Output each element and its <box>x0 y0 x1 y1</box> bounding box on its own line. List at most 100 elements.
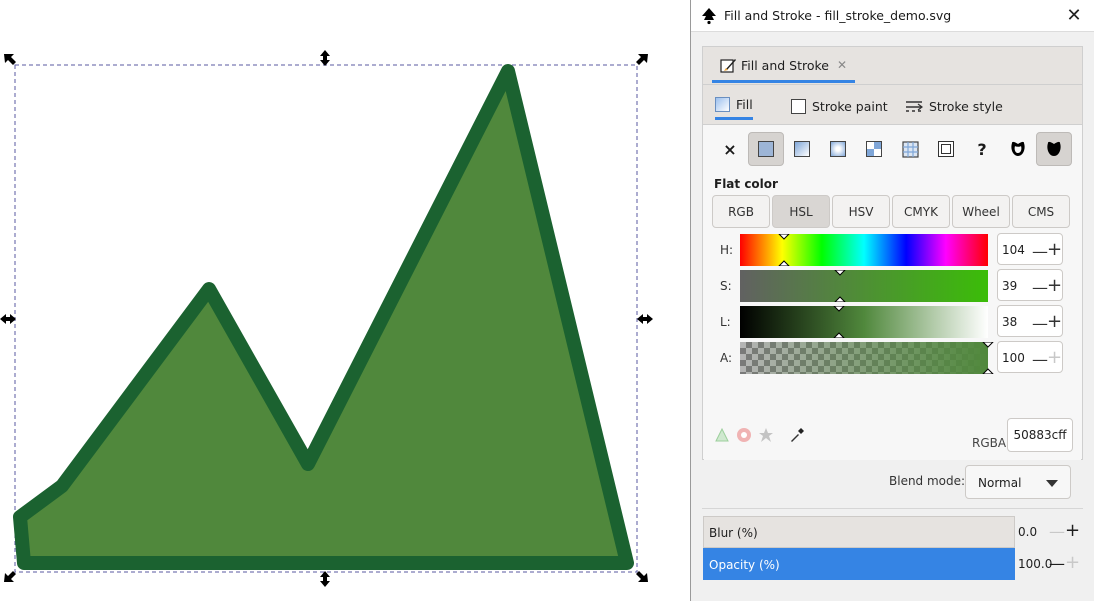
unset-paint-button[interactable]: ? <box>964 132 1000 166</box>
saturation-label: S: <box>720 279 732 293</box>
stretch-handle-right[interactable] <box>637 314 653 324</box>
tab-fill-label: Fill <box>736 97 753 112</box>
mode-cms-button[interactable]: CMS <box>1012 195 1070 228</box>
opacity-row: Opacity (%) 100.0 — + <box>703 548 1083 580</box>
tab-stroke-style[interactable]: Stroke style <box>905 92 1003 120</box>
too-much-ink-icon <box>759 428 773 442</box>
color-managed-icon <box>715 427 729 442</box>
flat-color-label: Flat color <box>714 177 778 191</box>
lightness-slider[interactable] <box>740 306 988 338</box>
color-picker-icon[interactable] <box>788 426 806 444</box>
alpha-slider-thumb[interactable] <box>982 342 994 374</box>
radial-gradient-button[interactable] <box>820 132 856 166</box>
dock-tabstrip: Fill and Stroke ✕ <box>703 47 1082 85</box>
scale-handle-top-left[interactable] <box>4 54 16 65</box>
opacity-increment-button[interactable]: + <box>1065 552 1080 573</box>
mesh-gradient-button[interactable] <box>892 132 928 166</box>
dock-panel: Fill and Stroke ✕ Fill Stroke paint Stro… <box>702 46 1083 460</box>
rgba-input[interactable]: 50883cff <box>1007 418 1073 452</box>
stroke-style-icon <box>906 100 923 112</box>
tab-stroke-paint-label: Stroke paint <box>812 98 888 114</box>
lightness-spinbox[interactable]: 38 — + <box>997 305 1063 337</box>
hue-slider-thumb[interactable] <box>778 234 790 266</box>
tab-fill[interactable]: Fill <box>715 92 753 120</box>
alpha-decrement-button[interactable]: — <box>1032 350 1048 369</box>
flat-color-button[interactable] <box>748 132 784 166</box>
blur-row: Blur (%) 0.0 — + <box>703 516 1083 548</box>
lightness-decrement-button[interactable]: — <box>1032 314 1048 333</box>
blend-mode-select[interactable]: Normal <box>965 465 1071 499</box>
hue-spinbox[interactable]: 104 — + <box>997 233 1063 265</box>
saturation-slider-thumb[interactable] <box>834 270 846 302</box>
rgba-label: RGBA: <box>972 436 1010 450</box>
blend-mode-value: Normal <box>978 476 1022 490</box>
linear-gradient-icon <box>794 141 810 157</box>
tab-fill-and-stroke[interactable]: Fill and Stroke ✕ <box>712 50 856 83</box>
fill-tab-icon <box>715 97 730 112</box>
swatch-icon <box>938 141 954 157</box>
stretch-handle-top[interactable] <box>320 50 330 66</box>
scale-handle-top-right[interactable] <box>636 54 648 65</box>
alpha-increment-button[interactable]: + <box>1047 347 1062 368</box>
blur-increment-button[interactable]: + <box>1065 520 1080 541</box>
mode-rgb-button[interactable]: RGB <box>712 195 770 228</box>
fill-panel: × ? Flat color RGB HSL HSV CMYK Wheel CM… <box>704 126 1081 460</box>
tab-stroke-style-label: Stroke style <box>929 98 1003 114</box>
alpha-value: 100 <box>1002 351 1025 365</box>
scale-handle-bottom-left[interactable] <box>4 571 16 582</box>
opacity-slider[interactable]: Opacity (%) <box>703 548 1015 580</box>
fill-and-stroke-dialog: Fill and Stroke - fill_stroke_demo.svg ✕… <box>690 0 1094 601</box>
lightness-slider-thumb[interactable] <box>833 306 845 338</box>
mode-cmyk-button[interactable]: CMYK <box>892 195 950 228</box>
fill-rule-evenodd-button[interactable] <box>1000 132 1036 166</box>
close-tab-icon[interactable]: ✕ <box>837 58 847 72</box>
saturation-slider[interactable] <box>740 270 988 302</box>
stretch-handle-bottom[interactable] <box>320 571 330 587</box>
mode-wheel-button[interactable]: Wheel <box>952 195 1010 228</box>
unset-icon: ? <box>977 139 987 159</box>
saturation-decrement-button[interactable]: — <box>1032 278 1048 297</box>
lightness-increment-button[interactable]: + <box>1047 311 1062 332</box>
mode-hsl-button[interactable]: HSL <box>772 195 830 228</box>
blend-mode-label: Blend mode: <box>889 474 966 488</box>
color-mode-buttons: RGB HSL HSV CMYK Wheel CMS <box>712 195 1070 228</box>
stretch-handle-left[interactable] <box>0 314 16 324</box>
alpha-spinbox[interactable]: 100 — + <box>997 341 1063 373</box>
fill-rule-nonzero-icon <box>1047 141 1061 156</box>
no-paint-icon: × <box>723 139 737 159</box>
blur-decrement-button[interactable]: — <box>1049 522 1065 541</box>
canvas-drawing[interactable] <box>0 0 690 601</box>
no-paint-button[interactable]: × <box>712 132 748 166</box>
hue-value: 104 <box>1002 243 1025 257</box>
saturation-increment-button[interactable]: + <box>1047 275 1062 296</box>
pattern-button[interactable] <box>856 132 892 166</box>
scale-handle-bottom-right[interactable] <box>636 571 648 582</box>
linear-gradient-button[interactable] <box>784 132 820 166</box>
saturation-spinbox[interactable]: 39 — + <box>997 269 1063 301</box>
drawing-canvas[interactable] <box>0 0 690 601</box>
close-dialog-button[interactable]: ✕ <box>1062 4 1086 28</box>
fill-stroke-icon <box>720 58 736 73</box>
pattern-icon <box>866 141 882 157</box>
alpha-slider[interactable] <box>740 342 988 374</box>
stroke-paint-icon <box>791 98 806 114</box>
dialog-titlebar[interactable]: Fill and Stroke - fill_stroke_demo.svg ✕ <box>691 0 1094 32</box>
opacity-decrement-button[interactable]: — <box>1049 554 1065 573</box>
lightness-label: L: <box>720 315 731 329</box>
blur-value: 0.0 <box>1018 525 1038 539</box>
opacity-value: 100.0 <box>1018 557 1053 571</box>
mesh-gradient-icon <box>901 140 919 158</box>
out-of-gamut-icon <box>737 428 751 442</box>
hue-decrement-button[interactable]: — <box>1032 242 1048 261</box>
fill-stroke-subtabs: Fill Stroke paint Stroke style <box>703 85 1082 125</box>
fill-rule-nonzero-button[interactable] <box>1036 132 1072 166</box>
blur-slider[interactable]: Blur (%) <box>703 516 1015 548</box>
tab-stroke-paint[interactable]: Stroke paint <box>791 92 888 120</box>
hue-increment-button[interactable]: + <box>1047 239 1062 260</box>
fill-rule-evenodd-icon <box>1011 141 1025 156</box>
mode-hsv-button[interactable]: HSV <box>832 195 890 228</box>
swatch-button[interactable] <box>928 132 964 166</box>
chevron-down-icon <box>1046 480 1058 487</box>
color-tools <box>714 426 806 444</box>
selected-mountain-shape[interactable] <box>13 64 634 570</box>
